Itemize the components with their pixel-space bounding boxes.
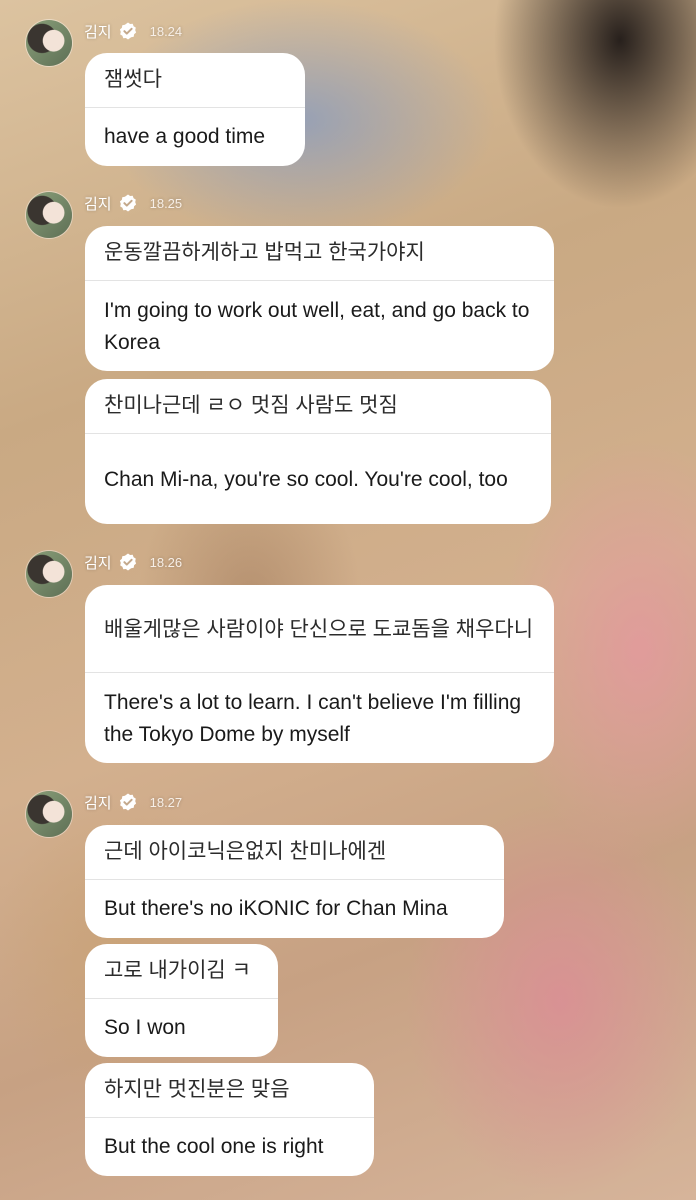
avatar[interactable] (26, 551, 72, 597)
message-bubble[interactable]: 배울게많은 사람이야 단신으로 도쿄돔을 채우다니 There's a lot … (85, 585, 554, 763)
message-header: 김지 18.27 (84, 789, 182, 815)
chat-thread: 김지 18.24 잼썻다 have a good time 김지 18.25 운… (0, 0, 696, 1200)
message-bubble[interactable]: 찬미나근데 ㄹㅇ 멋짐 사람도 멋짐 Chan Mi-na, you're so… (85, 379, 551, 524)
message-header: 김지 18.25 (84, 190, 182, 216)
message-time: 18.25 (149, 195, 183, 211)
message-bubble[interactable]: 잼썻다 have a good time (85, 53, 305, 166)
verified-badge-icon (119, 793, 136, 811)
message-translation-text: have a good time (104, 125, 266, 148)
message-header: 김지 18.24 (84, 18, 182, 44)
verified-badge-icon (119, 194, 136, 212)
message-translation-text: So I won (104, 1016, 186, 1039)
message-bubble[interactable]: 근데 아이코닉은없지 찬미나에겐 But there's no iKONIC f… (85, 825, 504, 938)
message-translation-text: There's a lot to learn. I can't believe … (104, 691, 522, 746)
avatar[interactable] (26, 20, 72, 66)
message-translation-text: But there's no iKONIC for Chan Mina (104, 897, 448, 920)
avatar[interactable] (26, 791, 72, 837)
verified-badge-icon (119, 22, 136, 40)
message-original-text: 근데 아이코닉은없지 찬미나에겐 (104, 840, 387, 863)
message-time: 18.27 (149, 794, 183, 810)
message-original-text: 하지만 멋진분은 맞음 (104, 1078, 290, 1101)
message-bubble[interactable]: 하지만 멋진분은 맞음 But the cool one is right (85, 1063, 374, 1176)
message-original-text: 찬미나근데 ㄹㅇ 멋짐 사람도 멋짐 (104, 394, 398, 417)
avatar[interactable] (26, 192, 72, 238)
message-translation-text: I'm going to work out well, eat, and go … (104, 299, 530, 354)
message-original-text: 고로 내가이김 ㅋ (104, 959, 251, 982)
sender-name: 김지 (84, 195, 112, 213)
message-translation-text: But the cool one is right (104, 1135, 324, 1158)
message-time: 18.24 (149, 23, 183, 39)
sender-name: 김지 (84, 794, 112, 812)
message-header: 김지 18.26 (84, 549, 182, 575)
message-original-text: 운동깔끔하게하고 밥먹고 한국가야지 (104, 241, 425, 264)
message-bubble[interactable]: 고로 내가이김 ㅋ So I won (85, 944, 278, 1057)
verified-badge-icon (119, 553, 136, 571)
message-time: 18.26 (149, 554, 183, 570)
message-bubble[interactable]: 운동깔끔하게하고 밥먹고 한국가야지 I'm going to work out… (85, 226, 554, 371)
message-translation-text: Chan Mi-na, you're so cool. You're cool,… (104, 468, 508, 491)
message-original-text: 배울게많은 사람이야 단신으로 도쿄돔을 채우다니 (104, 617, 534, 641)
sender-name: 김지 (84, 554, 112, 572)
sender-name: 김지 (84, 23, 112, 41)
message-original-text: 잼썻다 (104, 68, 162, 91)
